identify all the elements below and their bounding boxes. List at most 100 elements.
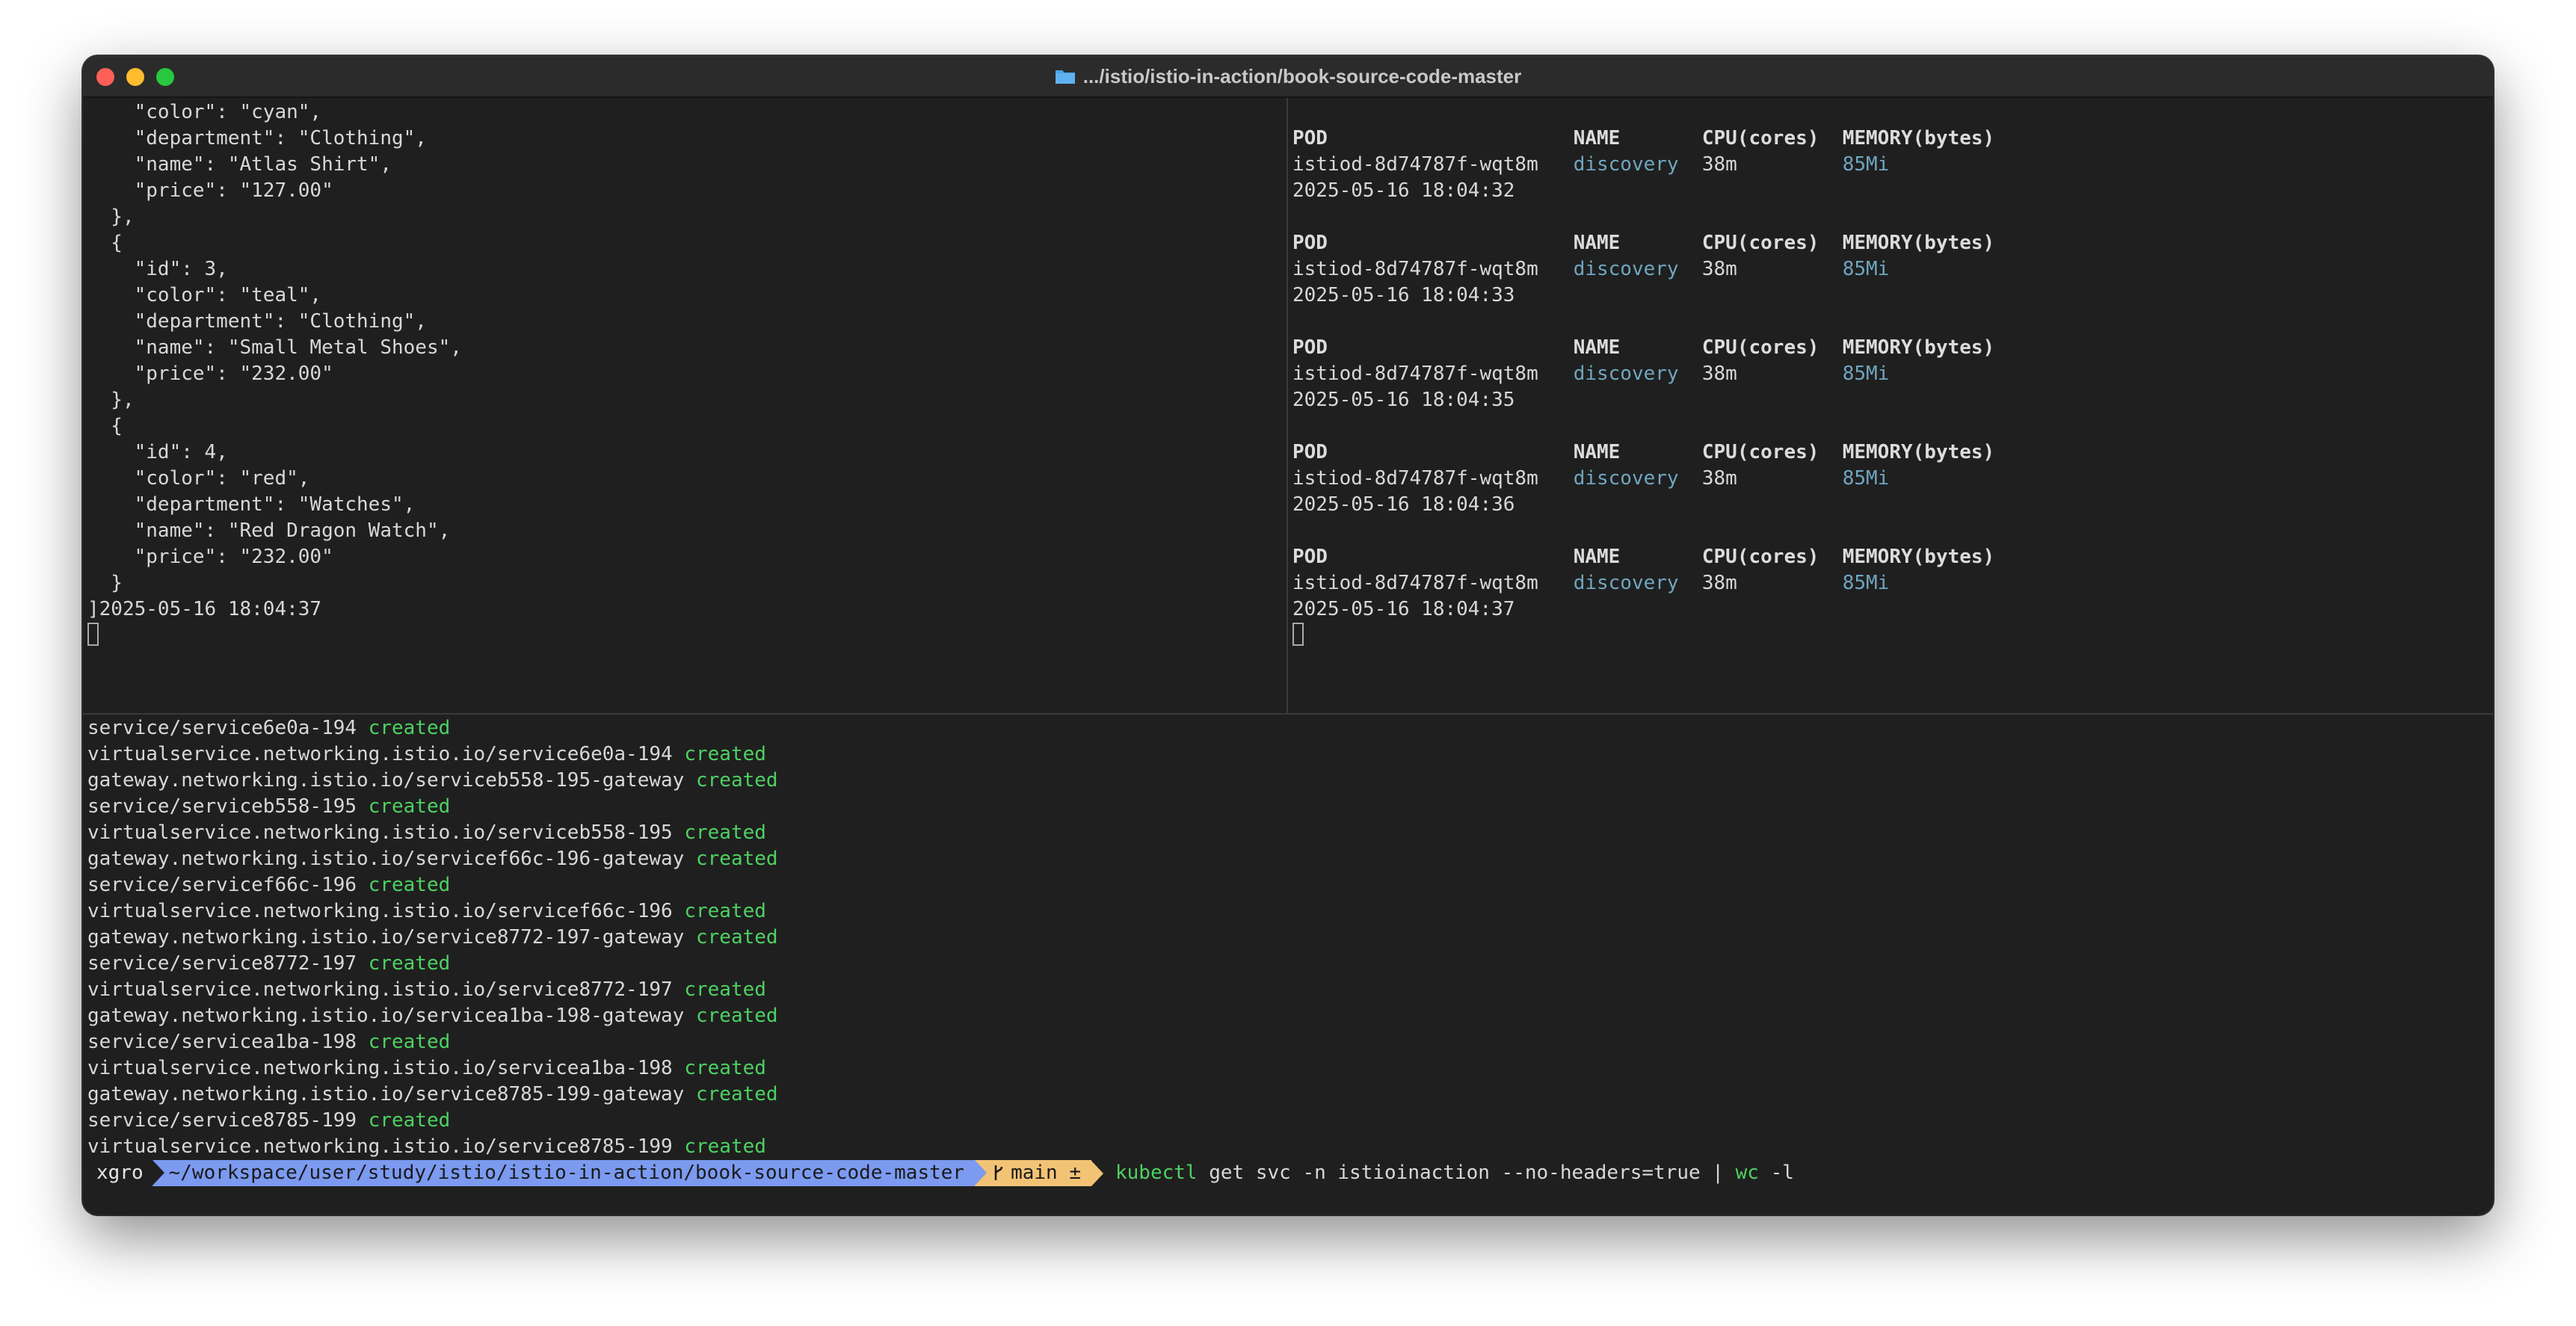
cursor-line [1292, 623, 2489, 649]
container-name: discovery [1573, 153, 1702, 176]
top-data-row: istiod-8d74787f-wqt8m discovery 38m 85Mi [1292, 466, 2489, 492]
command-args: get svc -n istioinaction --no-headers=tr… [1209, 1162, 1736, 1184]
prompt-git: main ± [975, 1160, 1091, 1186]
column-header: MEMORY(bytes) [1842, 441, 1995, 463]
json-line: "department": "Clothing", [87, 127, 427, 149]
resource-name: virtualservice.networking.istio.io/servi… [87, 821, 685, 844]
top-header-row: POD NAME CPU(cores) MEMORY(bytes) [1292, 126, 2489, 152]
pod-name: istiod-8d74787f-wqt8m [1292, 258, 1574, 280]
resource-name: service/servicea1ba-198 [87, 1031, 369, 1053]
window-title-text: .../istio/istio-in-action/book-source-co… [1082, 64, 1522, 87]
timestamp: 2025-05-16 18:04:33 [1292, 284, 1515, 306]
resource-name: gateway.networking.istio.io/servicea1ba-… [87, 1005, 696, 1027]
json-line: "id": 4, [87, 441, 228, 463]
resource-name: service/service8772-197 [87, 952, 369, 975]
window-title: .../istio/istio-in-action/book-source-co… [83, 56, 2493, 96]
resource-name: service/serviceb558-195 [87, 795, 369, 818]
json-line: "id": 3, [87, 258, 228, 280]
title-bar: .../istio/istio-in-action/book-source-co… [83, 56, 2493, 98]
resource-name: gateway.networking.istio.io/service8772-… [87, 926, 696, 949]
created-status: created [368, 1109, 451, 1132]
cpu-value: 38m [1701, 153, 1843, 176]
json-line: "name": "Small Metal Shoes", [87, 336, 462, 359]
column-header: MEMORY(bytes) [1842, 127, 1995, 149]
command-line[interactable]: kubectl get svc -n istioinaction --no-he… [1115, 1160, 1794, 1186]
timestamp: 2025-05-16 18:04:36 [1292, 493, 1515, 516]
created-status: created [695, 848, 778, 870]
resource-name: gateway.networking.istio.io/servicef66c-… [87, 848, 696, 870]
json-line: }, [87, 206, 135, 228]
apply-output-line: virtualservice.networking.istio.io/servi… [87, 898, 2489, 925]
shell-prompt: xgro ~/workspace/user/study/istio/istio-i… [87, 1160, 2489, 1186]
column-header: NAME [1573, 441, 1702, 463]
apply-output-line: gateway.networking.istio.io/servicea1ba-… [87, 1003, 2489, 1029]
pod-name: istiod-8d74787f-wqt8m [1292, 572, 1574, 594]
resource-name: virtualservice.networking.istio.io/servi… [87, 1057, 685, 1079]
top-data-row: istiod-8d74787f-wqt8m discovery 38m 85Mi [1292, 152, 2489, 178]
json-line: } [87, 572, 123, 594]
resource-name: gateway.networking.istio.io/service8785-… [87, 1083, 696, 1105]
top-header-row: POD NAME CPU(cores) MEMORY(bytes) [1292, 544, 2489, 570]
pod-name: istiod-8d74787f-wqt8m [1292, 363, 1574, 385]
column-header: POD [1292, 546, 1574, 568]
column-header: POD [1292, 232, 1574, 254]
apply-output-line: virtualservice.networking.istio.io/servi… [87, 1055, 2489, 1082]
created-status: created [684, 821, 766, 844]
container-name: discovery [1573, 258, 1702, 280]
command-output: 202 [87, 1212, 2489, 1215]
resource-name: virtualservice.networking.istio.io/servi… [87, 978, 685, 1001]
json-line: { [87, 415, 123, 437]
pane-divider-vertical[interactable] [1287, 98, 1288, 714]
apply-output-line: gateway.networking.istio.io/serviceb558-… [87, 768, 2489, 794]
apply-output-line: virtualservice.networking.istio.io/servi… [87, 820, 2489, 846]
json-line: "color": "teal", [87, 284, 322, 306]
created-status: created [684, 743, 766, 765]
prompt-path: ~/workspace/user/study/istio/istio-in-ac… [152, 1160, 976, 1186]
timestamp: 2025-05-16 18:04:37 [1292, 598, 1515, 620]
terminal-cursor [1292, 623, 1304, 646]
apply-output-line: service/service8785-199 created [87, 1108, 2489, 1134]
resource-name: service/service8785-199 [87, 1109, 369, 1132]
top-header-row: POD NAME CPU(cores) MEMORY(bytes) [1292, 440, 2489, 466]
apply-output-line: virtualservice.networking.istio.io/servi… [87, 1134, 2489, 1160]
pod-name: istiod-8d74787f-wqt8m [1292, 467, 1574, 490]
top-header-row: POD NAME CPU(cores) MEMORY(bytes) [1292, 335, 2489, 361]
resource-name: virtualservice.networking.istio.io/servi… [87, 1135, 685, 1158]
column-header: MEMORY(bytes) [1842, 546, 1995, 568]
command-kubectl: kubectl [1115, 1162, 1210, 1184]
apply-output-line: gateway.networking.istio.io/servicef66c-… [87, 846, 2489, 872]
memory-value: 85Mi [1842, 467, 1890, 490]
column-header: MEMORY(bytes) [1842, 336, 1995, 359]
apply-output-line: virtualservice.networking.istio.io/servi… [87, 977, 2489, 1003]
top-data-row: istiod-8d74787f-wqt8m discovery 38m 85Mi [1292, 361, 2489, 387]
created-status: created [368, 1031, 451, 1053]
apply-output-line: gateway.networking.istio.io/service8772-… [87, 925, 2489, 951]
memory-value: 85Mi [1842, 153, 1890, 176]
kubectl-top-pane[interactable]: POD NAME CPU(cores) MEMORY(bytes) istiod-… [1292, 99, 2489, 714]
apply-output-line: service/serviceb558-195 created [87, 794, 2489, 820]
resource-name: virtualservice.networking.istio.io/servi… [87, 900, 685, 922]
command-wc: wc [1735, 1162, 1771, 1184]
command-wc-args: -l [1770, 1162, 1794, 1184]
apply-output-line: service/servicef66c-196 created [87, 872, 2489, 898]
json-line: "price": "232.00" [87, 363, 333, 385]
column-header: CPU(cores) [1701, 127, 1843, 149]
created-status: created [368, 717, 451, 739]
column-header: CPU(cores) [1701, 441, 1843, 463]
json-line: }, [87, 389, 135, 411]
memory-value: 85Mi [1842, 258, 1890, 280]
shell-pane[interactable]: service/service6e0a-194 created virtualse… [87, 715, 2489, 1215]
column-header: NAME [1573, 232, 1702, 254]
column-header: NAME [1573, 546, 1702, 568]
resource-name: service/service6e0a-194 [87, 717, 369, 739]
segment-separator [975, 1160, 987, 1185]
json-output-pane[interactable]: "color": "cyan", "department": "Clothing… [87, 99, 1284, 714]
segment-separator [152, 1160, 164, 1185]
apply-output-line: service/service6e0a-194 created [87, 715, 2489, 741]
terminal-cursor [87, 623, 99, 646]
cpu-value: 38m [1701, 363, 1843, 385]
column-header: NAME [1573, 336, 1702, 359]
pane-divider-horizontal[interactable] [83, 713, 2493, 715]
